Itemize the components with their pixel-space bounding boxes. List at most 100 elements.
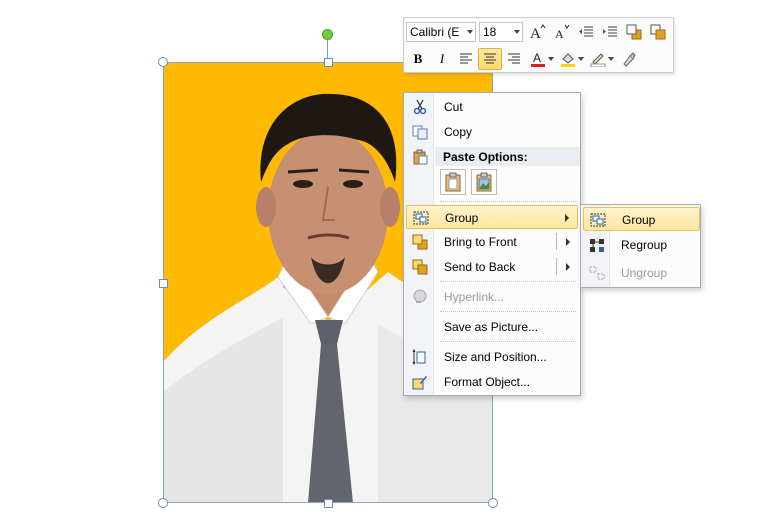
menu-item-label: Format Object... <box>444 375 531 389</box>
resize-handle-bottom-right[interactable] <box>488 498 498 508</box>
menu-item-label: Copy <box>444 125 473 139</box>
align-left-icon <box>460 53 472 64</box>
font-color-icon: A <box>531 51 545 67</box>
submenu-item-group[interactable]: Group <box>583 207 700 231</box>
bring-forward-button[interactable] <box>622 21 646 43</box>
paste-as-picture-button[interactable] <box>471 169 497 195</box>
menu-item-send-to-back[interactable]: Send to Back <box>406 255 578 279</box>
group-icon <box>412 209 430 227</box>
chevron-down-icon <box>548 57 554 61</box>
menu-item-bring-to-front[interactable]: Bring to Front <box>406 230 578 254</box>
menu-item-group[interactable]: Group <box>406 205 578 229</box>
resize-handle-top-left[interactable] <box>158 57 168 67</box>
decrease-indent-button[interactable] <box>574 21 598 43</box>
format-object-icon <box>411 373 429 391</box>
context-menu: Cut Copy Paste Options: Group Bring to F… <box>403 92 581 396</box>
ungroup-icon <box>588 264 606 282</box>
italic-button[interactable]: I <box>430 48 454 70</box>
align-center-icon <box>484 53 496 64</box>
shape-fill-button[interactable] <box>556 48 584 70</box>
resize-handle-bottom[interactable] <box>323 498 333 508</box>
group-icon <box>589 211 607 229</box>
resize-handle-top[interactable] <box>323 57 333 67</box>
menu-item-label: Hyperlink... <box>444 290 505 304</box>
paste-icon <box>411 148 429 166</box>
format-painter-icon <box>623 52 636 67</box>
menu-separator <box>440 281 576 282</box>
align-right-icon <box>508 53 520 64</box>
copy-icon <box>411 123 429 141</box>
align-center-button[interactable] <box>478 48 502 70</box>
menu-item-label: Size and Position... <box>444 350 547 364</box>
chevron-down-icon <box>467 30 473 34</box>
size-position-icon <box>411 348 429 366</box>
menu-item-hyperlink[interactable]: Hyperlink... <box>406 285 578 309</box>
group-submenu: Group Regroup Ungroup <box>580 204 701 288</box>
submenu-item-ungroup[interactable]: Ungroup <box>583 261 700 285</box>
menu-item-label: Save as Picture... <box>444 320 539 334</box>
font-name-value: Calibri (E <box>410 25 460 39</box>
scissors-icon <box>411 98 429 116</box>
send-backward-button[interactable] <box>646 21 670 43</box>
chevron-down-icon <box>514 30 520 34</box>
svg-text:A: A <box>555 27 564 40</box>
svg-text:A: A <box>533 51 541 65</box>
send-to-back-icon <box>411 258 429 276</box>
submenu-item-regroup[interactable]: Regroup <box>583 233 700 257</box>
paste-keep-source-button[interactable] <box>440 169 466 195</box>
menu-item-save-as-picture[interactable]: Save as Picture... <box>406 315 578 339</box>
submenu-item-label: Group <box>622 213 656 227</box>
menu-item-format-object[interactable]: Format Object... <box>406 370 578 394</box>
shrink-font-icon: A <box>555 24 570 40</box>
pen-outline-icon <box>590 53 606 67</box>
font-color-button[interactable]: A <box>526 48 554 70</box>
menu-item-label: Group <box>445 211 479 225</box>
submenu-item-label: Ungroup <box>621 266 668 280</box>
menu-item-cut[interactable]: Cut <box>406 95 578 119</box>
submenu-item-label: Regroup <box>621 238 668 252</box>
align-right-button[interactable] <box>502 48 526 70</box>
menu-item-label: Send to Back <box>444 260 516 274</box>
svg-text:A: A <box>530 26 541 40</box>
submenu-arrow-icon <box>565 214 569 222</box>
menu-separator <box>440 201 576 202</box>
rotate-handle[interactable] <box>322 29 333 40</box>
split-divider <box>556 258 557 275</box>
increase-indent-icon <box>603 26 617 37</box>
menu-item-label: Cut <box>444 100 463 114</box>
paint-bucket-icon <box>561 53 575 67</box>
chevron-down-icon <box>608 57 614 61</box>
resize-handle-bottom-left[interactable] <box>158 498 168 508</box>
paste-clipboard-icon <box>445 172 461 192</box>
decrease-indent-icon <box>579 26 593 37</box>
split-divider <box>556 233 557 250</box>
bring-forward-icon <box>626 24 642 40</box>
resize-handle-left[interactable] <box>158 278 168 288</box>
grow-font-icon: A <box>530 24 546 40</box>
hyperlink-icon <box>411 288 429 306</box>
paste-picture-icon <box>476 172 492 192</box>
paste-options-label: Paste Options: <box>435 147 580 166</box>
grow-font-button[interactable]: A <box>526 21 550 43</box>
font-name-combo[interactable]: Calibri (E <box>406 22 476 42</box>
submenu-arrow-icon <box>566 263 570 271</box>
menu-item-copy[interactable]: Copy <box>406 120 578 144</box>
mini-toolbar: Calibri (E 18 A A B I A <box>403 17 674 73</box>
font-size-combo[interactable]: 18 <box>479 22 523 42</box>
font-size-value: 18 <box>483 25 497 39</box>
rotate-connector <box>327 39 328 59</box>
submenu-arrow-icon <box>566 238 570 246</box>
send-backward-icon <box>650 24 666 40</box>
regroup-icon <box>588 236 606 254</box>
chevron-down-icon <box>578 57 584 61</box>
align-left-button[interactable] <box>454 48 478 70</box>
increase-indent-button[interactable] <box>598 21 622 43</box>
menu-separator <box>440 341 576 342</box>
shape-outline-button[interactable] <box>586 48 614 70</box>
menu-item-size-and-position[interactable]: Size and Position... <box>406 345 578 369</box>
format-painter-button[interactable] <box>616 48 640 70</box>
shrink-font-button[interactable]: A <box>550 21 574 43</box>
bold-button[interactable]: B <box>406 48 430 70</box>
menu-item-label: Bring to Front <box>444 235 517 249</box>
bring-to-front-icon <box>411 233 429 251</box>
